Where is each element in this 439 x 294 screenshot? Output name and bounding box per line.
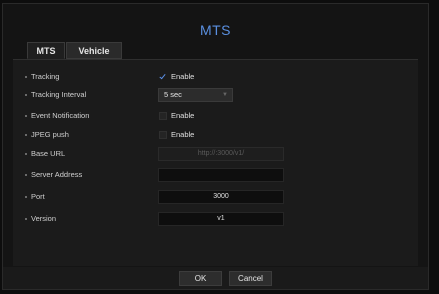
jpeg-push-checkbox[interactable] — [159, 131, 167, 139]
jpeg-push-enable-label: Enable — [171, 130, 195, 139]
port-label: Port — [25, 190, 45, 204]
tracking-label-text: Tracking — [31, 72, 60, 81]
version-row: Version v1 — [13, 212, 418, 226]
bullet-icon — [25, 115, 27, 117]
event-notification-row: Event Notification Enable — [13, 109, 418, 123]
settings-panel: Tracking Enable Tracking Interval 5 sec … — [13, 59, 418, 266]
bullet-icon — [25, 94, 27, 96]
tracking-interval-value: 5 sec — [164, 90, 182, 99]
dialog-footer: OK Cancel — [3, 267, 428, 289]
tracking-interval-label: Tracking Interval — [25, 88, 87, 102]
port-row: Port 3000 — [13, 190, 418, 204]
event-notification-label-text: Event Notification — [31, 111, 90, 120]
tracking-interval-select[interactable]: 5 sec ▼ — [158, 88, 233, 102]
version-field[interactable]: v1 — [158, 212, 284, 226]
tab-vehicle[interactable]: Vehicle — [66, 42, 122, 59]
dialog-title: MTS — [199, 22, 232, 38]
port-field[interactable]: 3000 — [158, 190, 284, 204]
event-notification-label: Event Notification — [25, 109, 90, 123]
event-notification-enable-label: Enable — [171, 111, 195, 120]
bullet-icon — [25, 76, 27, 78]
cancel-button[interactable]: Cancel — [229, 271, 272, 286]
base-url-field: http://:3000/v1/ — [158, 147, 284, 161]
version-label-text: Version — [31, 214, 57, 223]
base-url-row: Base URL http://:3000/v1/ — [13, 147, 418, 161]
bullet-icon — [25, 196, 27, 198]
chevron-down-icon: ▼ — [222, 92, 228, 98]
server-address-field[interactable] — [158, 168, 284, 182]
bullet-icon — [25, 153, 27, 155]
server-address-row: Server Address — [13, 168, 418, 182]
jpeg-push-label: JPEG push — [25, 128, 69, 142]
bullet-icon — [25, 218, 27, 220]
ok-button[interactable]: OK — [179, 271, 222, 286]
tracking-label: Tracking — [25, 70, 60, 84]
port-label-text: Port — [31, 192, 45, 201]
event-notification-checkbox[interactable] — [159, 112, 167, 120]
tracking-checkbox[interactable] — [159, 73, 167, 81]
jpeg-push-label-text: JPEG push — [31, 130, 69, 139]
server-address-label-text: Server Address — [31, 170, 83, 179]
mts-dialog: MTS MTS Vehicle Tracking Enable Tracking… — [2, 3, 429, 290]
tab-mts[interactable]: MTS — [27, 42, 65, 59]
tracking-enable-label: Enable — [171, 72, 195, 81]
base-url-label: Base URL — [25, 147, 66, 161]
server-address-label: Server Address — [25, 168, 83, 182]
version-label: Version — [25, 212, 57, 226]
tracking-interval-row: Tracking Interval 5 sec ▼ — [13, 88, 418, 102]
tracking-interval-label-text: Tracking Interval — [31, 90, 87, 99]
tracking-row: Tracking Enable — [13, 70, 418, 84]
bullet-icon — [25, 174, 27, 176]
base-url-label-text: Base URL — [31, 149, 66, 158]
tab-bar: MTS Vehicle — [27, 42, 122, 59]
bullet-icon — [25, 134, 27, 136]
jpeg-push-row: JPEG push Enable — [13, 128, 418, 142]
